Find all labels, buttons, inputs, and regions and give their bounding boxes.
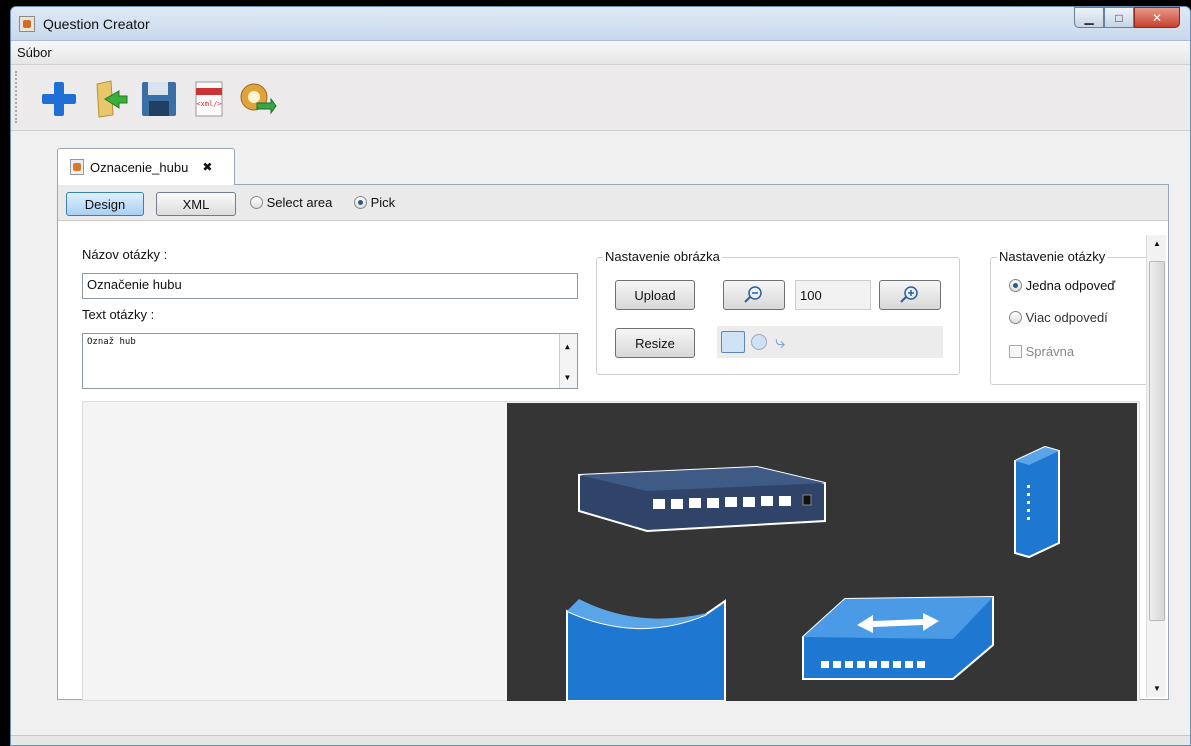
panel-scrollbar[interactable]: ▲ ▼: [1146, 235, 1166, 697]
multiple-answer-radio[interactable]: [1009, 311, 1022, 324]
zoom-in-icon: [900, 286, 918, 303]
svg-text:<xml/>: <xml/>: [196, 100, 221, 108]
multiple-answer-option[interactable]: Viac odpovedí: [1009, 310, 1108, 325]
import-icon[interactable]: [235, 77, 279, 121]
pick-radio[interactable]: [354, 196, 367, 209]
app-window: Question Creator ▁ □ ✕ Súbor <xml/> Ozna…: [10, 6, 1191, 746]
add-icon[interactable]: [37, 77, 81, 121]
xml-button[interactable]: XML: [156, 192, 236, 216]
tab-label: Oznacenie_hubu: [90, 159, 189, 175]
question-file-icon: [70, 159, 84, 175]
status-bar: [11, 735, 1190, 745]
question-text-value: Oznaž hub: [87, 337, 136, 347]
single-answer-radio[interactable]: [1009, 279, 1022, 292]
menu-bar: Súbor: [11, 41, 1190, 65]
modem-device[interactable]: [1014, 445, 1060, 559]
zoom-out-icon: [744, 286, 762, 303]
single-answer-option[interactable]: Jedna odpoveď: [1009, 278, 1115, 293]
question-text-input[interactable]: Oznaž hub ▲ ▼: [82, 333, 578, 389]
single-answer-label: Jedna odpoveď: [1025, 278, 1116, 293]
editor-area: Oznacenie_hubu ✖ Design XML Select area …: [57, 148, 1169, 701]
toolbar-grip[interactable]: [15, 71, 18, 123]
zoom-level-input[interactable]: 100: [795, 280, 871, 310]
minimize-button[interactable]: ▁: [1074, 7, 1104, 28]
select-area-label: Select area: [266, 195, 333, 210]
question-settings-group: Nastavenie otázky Jedna odpoveď Viac odp…: [990, 249, 1148, 385]
select-area-option[interactable]: Select area: [250, 195, 332, 210]
resize-button[interactable]: Resize: [615, 328, 695, 358]
scroll-down-icon[interactable]: ▼: [565, 373, 570, 382]
question-settings-title: Nastavenie otázky: [997, 249, 1108, 264]
mode-bar: Design XML Select area Pick: [58, 185, 1168, 221]
correct-checkbox[interactable]: [1009, 345, 1022, 358]
open-folder-icon[interactable]: [89, 77, 133, 121]
menu-file[interactable]: Súbor: [13, 41, 56, 64]
question-text-label: Text otázky :: [82, 307, 155, 322]
correct-label: Správna: [1025, 344, 1075, 359]
tab-oznacenie-hubu[interactable]: Oznacenie_hubu ✖: [57, 148, 235, 185]
shape-toolstrip: ⤷: [717, 326, 943, 358]
design-button[interactable]: Design: [66, 192, 144, 216]
pick-label: Pick: [370, 195, 396, 210]
panel-scroll-thumb[interactable]: [1149, 261, 1165, 621]
switch-device[interactable]: [578, 465, 826, 533]
polygon-shape-icon[interactable]: ⤷: [775, 332, 785, 353]
tab-close-icon[interactable]: ✖: [202, 160, 212, 174]
rectangle-shape-icon[interactable]: [721, 331, 745, 353]
network-devices-image: [566, 445, 1060, 701]
image-settings-group: Nastavenie obrázka Upload 100 Resize ⤷: [596, 249, 960, 375]
zoom-in-button[interactable]: [879, 280, 941, 310]
select-area-radio[interactable]: [250, 196, 263, 209]
text-scrollbar[interactable]: ▲ ▼: [559, 334, 577, 388]
panel-scroll-up-icon[interactable]: ▲: [1153, 239, 1161, 248]
window-controls: ▁ □ ✕: [1074, 7, 1180, 28]
firewall-device[interactable]: [566, 599, 726, 701]
question-name-input[interactable]: Označenie hubu: [82, 273, 578, 299]
close-button[interactable]: ✕: [1134, 7, 1180, 28]
multiple-answer-label: Viac odpovedí: [1025, 310, 1108, 325]
pick-option[interactable]: Pick: [354, 195, 395, 210]
question-name-label: Názov otázky :: [82, 247, 168, 262]
xml-export-icon[interactable]: <xml/>: [187, 77, 231, 121]
window-title: Question Creator: [43, 16, 150, 32]
image-canvas[interactable]: [507, 403, 1137, 701]
title-bar: Question Creator ▁ □ ✕: [11, 7, 1190, 41]
tab-strip: Oznacenie_hubu ✖: [57, 148, 1169, 185]
upload-button[interactable]: Upload: [615, 280, 695, 310]
question-panel: Design XML Select area Pick Názov otázky…: [57, 184, 1169, 701]
panel-scroll-down-icon[interactable]: ▼: [1153, 684, 1161, 693]
zoom-out-button[interactable]: [723, 280, 785, 310]
save-icon[interactable]: [137, 77, 181, 121]
hub-device[interactable]: [802, 595, 994, 680]
image-settings-title: Nastavenie obrázka: [603, 249, 722, 264]
correct-option[interactable]: Správna: [1009, 344, 1074, 359]
toolbar: <xml/>: [11, 65, 1190, 131]
scroll-up-icon[interactable]: ▲: [565, 342, 570, 351]
java-app-icon: [19, 16, 35, 32]
maximize-button[interactable]: □: [1104, 7, 1134, 28]
circle-shape-icon[interactable]: [751, 334, 767, 350]
